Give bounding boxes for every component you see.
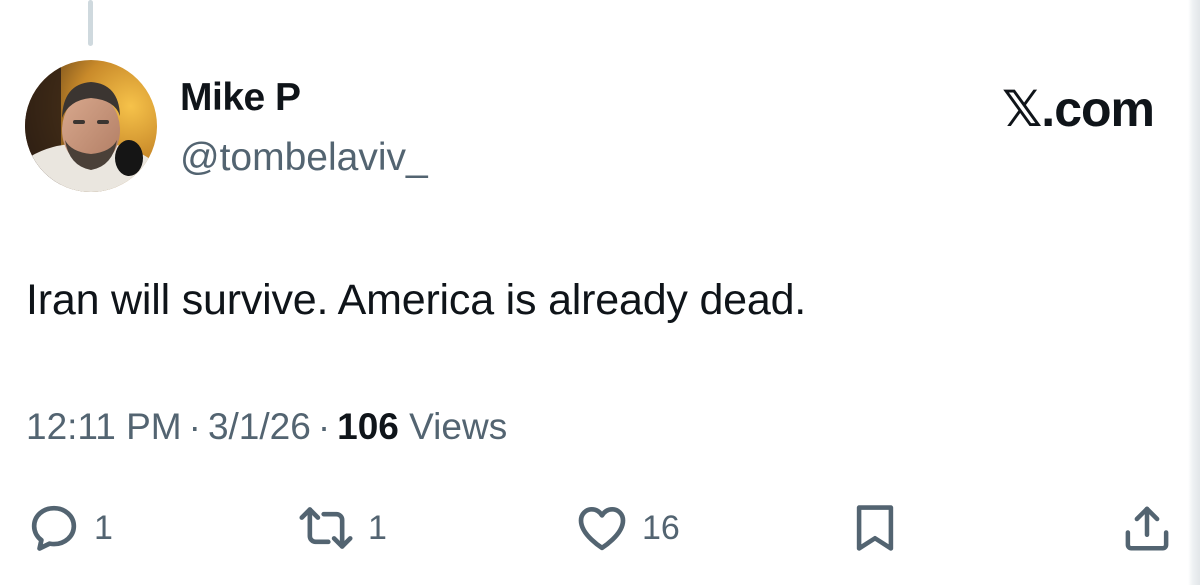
avatar[interactable] xyxy=(25,60,157,192)
tweet-date[interactable]: 3/1/26 xyxy=(208,406,311,447)
share-button[interactable] xyxy=(1120,500,1174,556)
tweet-screenshot: Mike P @tombelaviv_ 𝕏.com Iran will surv… xyxy=(0,0,1200,585)
like-count: 16 xyxy=(642,508,680,547)
thread-connector-line xyxy=(88,0,93,46)
tweet-time[interactable]: 12:11 PM xyxy=(26,406,182,447)
author-handle[interactable]: @tombelaviv_ xyxy=(180,136,428,180)
views-count: 106 xyxy=(337,406,399,447)
tweet-meta: 12:11 PM · 3/1/26 · 106 Views xyxy=(26,406,507,448)
share-icon xyxy=(1120,500,1174,556)
tweet-text: Iran will survive. America is already de… xyxy=(26,276,807,324)
repost-button[interactable]: 1 xyxy=(296,500,387,556)
repost-icon xyxy=(296,500,356,556)
bookmark-icon xyxy=(850,500,900,556)
reply-count: 1 xyxy=(94,508,113,547)
screen-edge xyxy=(1188,0,1200,585)
reply-icon xyxy=(26,500,82,556)
avatar-image xyxy=(25,60,157,192)
like-button[interactable]: 16 xyxy=(574,500,680,556)
reply-button[interactable]: 1 xyxy=(26,500,113,556)
views-label: Views xyxy=(409,406,508,447)
repost-count: 1 xyxy=(368,508,387,547)
bookmark-button[interactable] xyxy=(850,500,900,556)
heart-icon xyxy=(574,500,630,556)
x-com-logo: 𝕏.com xyxy=(1002,81,1155,137)
meta-separator: · xyxy=(317,406,331,447)
meta-separator: · xyxy=(188,406,201,447)
author-display-name[interactable]: Mike P xyxy=(180,76,301,120)
